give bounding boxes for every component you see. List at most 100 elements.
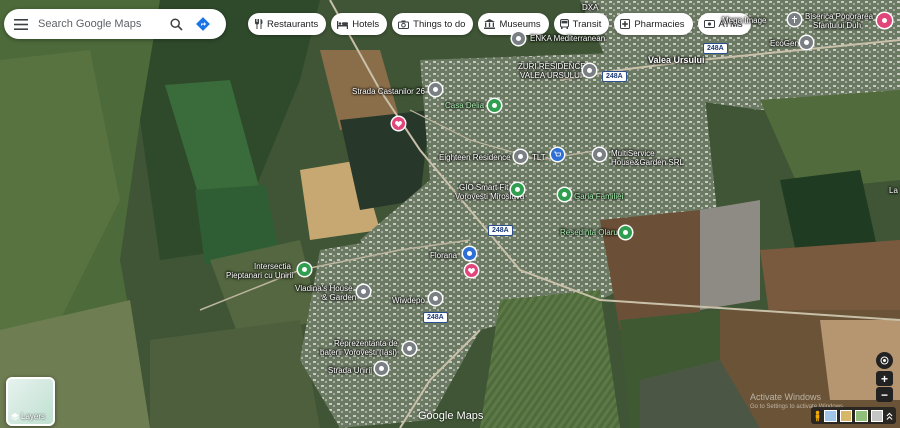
place-label[interactable]: ENKA Mediterranean	[530, 34, 605, 43]
place-pin[interactable]	[463, 247, 476, 260]
chip-museums[interactable]: Museums	[478, 13, 549, 35]
map-thumbnail[interactable]	[824, 409, 837, 422]
place-label[interactable]: Casa Delia	[445, 101, 484, 110]
hamburger-menu-icon	[14, 18, 28, 30]
search-box[interactable]	[4, 9, 226, 39]
place-pin[interactable]	[429, 83, 442, 96]
place-label[interactable]: Eighteen Residence	[439, 153, 511, 162]
place-pin[interactable]	[375, 362, 388, 375]
map-thumbnail[interactable]	[839, 409, 852, 422]
google-maps-logo: Google Maps	[418, 410, 484, 422]
satellite-map[interactable]	[0, 0, 900, 428]
place-pin[interactable]	[800, 36, 813, 49]
place-label[interactable]: Wiwdepo	[392, 296, 425, 305]
chip-label: Restaurants	[267, 18, 319, 30]
chip-transit[interactable]: Transit	[553, 13, 610, 35]
layers-label: Layers	[21, 412, 46, 421]
place-label[interactable]: Sfantului Duh	[813, 21, 861, 30]
atm-icon	[703, 20, 715, 28]
place-pin[interactable]	[551, 148, 564, 161]
place-label[interactable]: Strada Unirii	[328, 366, 372, 375]
place-label[interactable]: Resedinta Olaru	[560, 228, 618, 237]
place-label[interactable]: baterii Vorovesti (Iasi)	[320, 348, 397, 357]
place-label[interactable]: DXA	[582, 3, 598, 12]
place-pin[interactable]	[512, 32, 525, 45]
camera-icon	[398, 20, 410, 29]
hotel-icon	[337, 20, 349, 29]
place-label[interactable]: TLT	[532, 153, 546, 162]
directions-button[interactable]	[189, 9, 217, 39]
restaurant-icon	[255, 19, 263, 29]
chip-hotels[interactable]: Hotels	[331, 13, 388, 35]
road-shield: 248A	[488, 225, 513, 236]
place-pin[interactable]	[465, 264, 478, 277]
my-location-button[interactable]	[876, 352, 893, 369]
place-label[interactable]: Pieptanari cu Unirii	[226, 271, 293, 280]
search-button[interactable]	[163, 9, 189, 39]
minus-icon: −	[880, 387, 888, 402]
layers-label-wrap: Layers	[11, 412, 45, 421]
location-target-icon	[880, 356, 889, 365]
place-pin[interactable]	[298, 263, 311, 276]
place-label[interactable]: GIO Smart Fit	[459, 183, 508, 192]
chip-label: Pharmacies	[634, 18, 685, 30]
place-pin[interactable]	[511, 183, 524, 196]
place-label[interactable]: House&Garden SRL	[611, 158, 684, 167]
search-icon	[169, 17, 183, 31]
menu-button[interactable]	[4, 9, 38, 39]
category-chips: Restaurants Hotels Things to do Museums …	[248, 13, 751, 35]
place-label[interactable]: ZURI RESIDENCE	[518, 62, 586, 71]
place-label[interactable]: Intersectia	[254, 262, 291, 271]
cart-icon	[554, 151, 561, 157]
place-pin[interactable]	[788, 13, 801, 26]
place-label[interactable]: VALEA URSULUI	[520, 71, 582, 80]
place-pin[interactable]	[558, 188, 571, 201]
place-label[interactable]: Biserica Pogorarea	[805, 12, 873, 21]
chevron-up-icon[interactable]	[886, 411, 893, 421]
transit-icon	[559, 19, 569, 29]
layers-button[interactable]: Layers	[6, 377, 55, 426]
place-label[interactable]: Strada Castanilor 26	[352, 87, 425, 96]
map-thumbnail[interactable]	[870, 409, 883, 422]
chip-restaurants[interactable]: Restaurants	[248, 13, 327, 35]
pegman-icon[interactable]	[814, 410, 821, 422]
zoom-out-button[interactable]: −	[876, 387, 893, 402]
road-shield: 248A	[703, 43, 728, 54]
place-label[interactable]: EcoGen	[770, 39, 799, 48]
avatar[interactable]	[877, 13, 892, 28]
place-label[interactable]: MultiService	[611, 149, 655, 158]
search-input[interactable]	[38, 18, 163, 30]
map-thumbnail[interactable]	[855, 409, 868, 422]
place-pin[interactable]	[403, 342, 416, 355]
place-label[interactable]: & Garden	[322, 293, 356, 302]
museum-icon	[484, 19, 496, 29]
place-label[interactable]: Garia Familiei	[574, 192, 623, 201]
place-pin[interactable]	[583, 64, 596, 77]
place-pin[interactable]	[357, 285, 370, 298]
chip-things-to-do[interactable]: Things to do	[392, 13, 474, 35]
pharmacy-icon	[620, 19, 631, 29]
place-pin[interactable]	[429, 292, 442, 305]
chip-label: Transit	[572, 18, 602, 30]
place-pin[interactable]	[392, 117, 405, 130]
chip-pharmacies[interactable]: Pharmacies	[614, 13, 693, 35]
heart-icon	[395, 120, 402, 127]
church-icon	[792, 16, 797, 23]
heart-icon	[468, 267, 475, 274]
place-label[interactable]: La	[889, 186, 898, 195]
road-shield: 248A	[423, 312, 448, 323]
road-shield: 248A	[602, 71, 627, 82]
place-pin[interactable]	[514, 150, 527, 163]
place-label[interactable]: Mega Image	[722, 16, 766, 25]
place-label[interactable]: Vladina's House	[295, 284, 353, 293]
place-label[interactable]: Valea Ursului	[648, 56, 705, 65]
place-pin[interactable]	[488, 99, 501, 112]
chip-label: Hotels	[352, 18, 380, 30]
chip-label: Museums	[499, 18, 541, 30]
zoom-in-button[interactable]: +	[876, 371, 893, 386]
place-label[interactable]: Florana	[430, 251, 457, 260]
place-pin[interactable]	[619, 226, 632, 239]
directions-icon	[196, 17, 210, 31]
place-label[interactable]: Reprezentanta de	[334, 339, 398, 348]
place-pin[interactable]	[593, 148, 606, 161]
